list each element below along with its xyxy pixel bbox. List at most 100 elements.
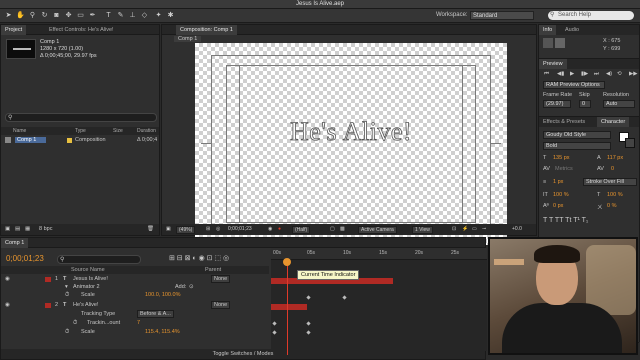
previous-frame-icon[interactable]: ◀▮	[557, 71, 564, 77]
baseline-shift-value[interactable]: 0 px	[553, 203, 563, 209]
bpc-label[interactable]: 8 bpc	[39, 226, 52, 232]
stopwatch-icon[interactable]: ⏱	[65, 329, 69, 336]
comp-mini-flowchart-icon[interactable]: ⊞ ⊟ ⊠ ◐ ◉ ⊡ ⬚ ◎	[169, 254, 229, 262]
timeline-search-input[interactable]: ⚲	[57, 255, 141, 264]
region-of-interest-icon[interactable]: ▢	[330, 226, 335, 232]
stroke-mode-select[interactable]: Stroke Over Fill	[583, 178, 637, 186]
frame-rate-select[interactable]: (29.97)	[543, 100, 571, 108]
keyframe[interactable]	[306, 295, 311, 300]
search-help-input[interactable]: ⚲ Search Help	[548, 11, 634, 20]
next-frame-icon[interactable]: ▮▶	[581, 71, 588, 77]
disclosure-triangle-icon[interactable]: ▾	[65, 284, 68, 290]
mask-tool-icon[interactable]: ▭	[76, 11, 85, 20]
hand-tool-icon[interactable]: ✋	[16, 11, 25, 20]
layer-duration-bar[interactable]	[271, 304, 307, 310]
clone-stamp-tool-icon[interactable]: ⊥	[128, 11, 137, 20]
faux-bold-icon[interactable]: T T TT Tt T¹ T₁	[543, 217, 588, 224]
visibility-icon[interactable]: ◉	[5, 302, 10, 308]
flowchart-icon[interactable]: ⊸	[482, 226, 486, 232]
brush-tool-icon[interactable]: ✎	[116, 11, 125, 20]
current-time-indicator-line[interactable]	[287, 259, 288, 355]
text-tool-icon[interactable]: T	[104, 11, 113, 20]
tracking-amount-row[interactable]: ⏱ Trackin...ount 7	[1, 319, 269, 327]
first-frame-icon[interactable]: ⏮	[544, 71, 549, 78]
parent-select[interactable]: None	[211, 301, 231, 309]
time-ruler[interactable]: 00s 05s 10s 15s 20s 25s	[271, 248, 487, 260]
tab-composition[interactable]: Composition: Comp 1	[176, 25, 237, 35]
keyframe[interactable]	[272, 330, 277, 335]
font-size-value[interactable]: 135 px	[553, 155, 570, 161]
camera-select[interactable]: Active Camera	[358, 226, 397, 234]
snapshot-icon[interactable]: ◉	[268, 226, 272, 232]
scale-value-2[interactable]: 115.4, 115.4%	[145, 329, 180, 335]
mask-visibility-icon[interactable]: ◎	[216, 226, 220, 232]
animator-name[interactable]: Animator 2	[73, 284, 100, 290]
tab-comp1-timeline[interactable]: Comp 1	[1, 238, 29, 248]
leading-value[interactable]: 117 px	[607, 155, 623, 161]
timeline-icon[interactable]: ▭	[472, 226, 477, 232]
mute-audio-icon[interactable]: ◀)	[606, 71, 612, 77]
stroke-width-value[interactable]: 1 px	[553, 179, 563, 185]
exposure-value[interactable]: +0.0	[512, 226, 522, 232]
keyframe[interactable]	[342, 295, 347, 300]
grid-icon[interactable]: ⊞	[206, 226, 210, 232]
tsume-value[interactable]: 0 %	[607, 203, 616, 209]
tracking-amount-value[interactable]: 7	[137, 320, 140, 326]
selection-tool-icon[interactable]: ➤	[4, 11, 13, 20]
stopwatch-icon[interactable]: ⏱	[73, 320, 77, 327]
font-style-select[interactable]: Bold	[543, 142, 611, 150]
tab-character[interactable]: Character	[597, 117, 630, 127]
keyframe[interactable]	[306, 321, 311, 326]
layer-name[interactable]: Jesus Is Alive!	[73, 276, 108, 282]
layer-row-2[interactable]: ◉ 2 T He's Alive! None	[1, 301, 269, 309]
zoom-tool-icon[interactable]: ⚲	[28, 11, 37, 20]
project-row-comp1[interactable]: Comp 1 Composition Δ 0;00;4	[1, 136, 159, 145]
puppet-tool-icon[interactable]: ✱	[166, 11, 175, 20]
rotate-tool-icon[interactable]: ↻	[40, 11, 49, 20]
keyframe[interactable]	[272, 321, 277, 326]
keyframe[interactable]	[306, 330, 311, 335]
col-type[interactable]: Type	[75, 128, 86, 134]
new-comp-icon[interactable]: ▦	[25, 226, 30, 232]
layer-row-1[interactable]: ◉ 1 T Jesus Is Alive! None	[1, 275, 269, 283]
tab-effect-controls[interactable]: Effect Controls: He's Alive!	[45, 25, 118, 35]
comp-subtab[interactable]: Comp 1	[174, 36, 202, 42]
transparency-grid-icon[interactable]: ▩	[340, 226, 345, 232]
tab-effects-presets[interactable]: Effects & Presets	[539, 117, 589, 127]
comp-text-layer[interactable]: He's Alive!	[195, 117, 507, 147]
visibility-icon[interactable]: ◉	[5, 276, 10, 282]
skip-field[interactable]: 0	[579, 100, 591, 108]
timeline-current-time[interactable]: 0;00;01;23	[6, 254, 44, 263]
tracking-value[interactable]: 0	[611, 166, 614, 172]
trash-icon[interactable]: 🗑	[147, 226, 154, 232]
font-family-select[interactable]: Goudy Old Style	[543, 131, 611, 139]
pan-behind-tool-icon[interactable]: ✥	[64, 11, 73, 20]
pen-tool-icon[interactable]: ✒	[88, 11, 97, 20]
scale-value-1[interactable]: 100.0, 100.0%	[145, 292, 180, 298]
tab-project[interactable]: Project	[1, 25, 27, 35]
tab-preview[interactable]: Preview	[539, 59, 567, 69]
resolution-select[interactable]: (Half)	[292, 226, 311, 234]
vertical-scale-value[interactable]: 100 %	[553, 192, 569, 198]
new-folder-icon[interactable]: ▤	[15, 226, 20, 232]
tab-audio[interactable]: Audio	[561, 25, 583, 35]
stroke-color-swatch[interactable]	[625, 138, 635, 148]
magnification-select[interactable]: (49%)	[176, 226, 196, 234]
last-frame-icon[interactable]: ⏭	[594, 71, 599, 78]
always-preview-icon[interactable]: ▣	[166, 226, 171, 232]
play-icon[interactable]: ▶	[570, 71, 574, 77]
comp-viewer[interactable]: He's Alive!	[195, 43, 507, 245]
interpret-footage-icon[interactable]: ▣	[5, 226, 10, 232]
project-search-input[interactable]: ⚲	[5, 113, 157, 122]
scale-row-2[interactable]: ⏱ Scale 115.4, 115.4%	[1, 328, 269, 336]
loop-icon[interactable]: ⟲	[617, 71, 622, 77]
roto-brush-tool-icon[interactable]: ✦	[154, 11, 163, 20]
scale-row-1[interactable]: ⏱ Scale 100.0, 100.0%	[1, 291, 269, 299]
col-size[interactable]: Size	[113, 128, 123, 134]
camera-tool-icon[interactable]: ◙	[52, 11, 61, 20]
ram-preview-options-select[interactable]: RAM Preview Options	[543, 81, 605, 89]
horizontal-scale-value[interactable]: 100 %	[607, 192, 623, 198]
timeline-graph[interactable]: 00s 05s 10s 15s 20s 25s	[271, 248, 487, 351]
show-channel-icon[interactable]: ●	[278, 226, 281, 232]
timeline-footer[interactable]: Toggle Switches / Modes	[1, 349, 485, 359]
